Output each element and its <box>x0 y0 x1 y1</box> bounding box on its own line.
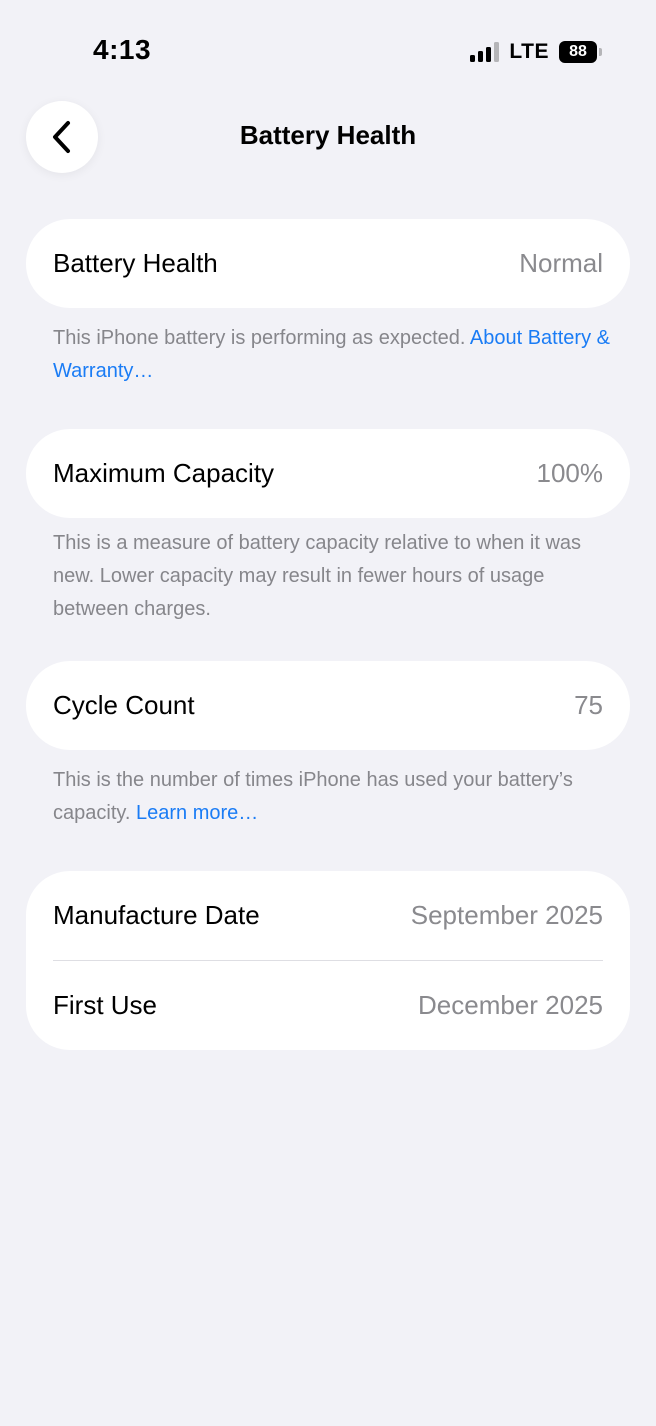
battery-health-screen: 4:13 LTE 88 Battery Health Battery Healt… <box>0 0 656 1426</box>
manufacture-date-value: September 2025 <box>410 900 603 930</box>
maximum-capacity-row: Maximum Capacity 100% <box>26 429 630 518</box>
battery-health-card: Battery Health Normal <box>26 219 630 308</box>
battery-level: 88 <box>569 43 587 60</box>
cycle-count-label: Cycle Count <box>53 690 195 720</box>
battery-health-footnote: This iPhone battery is performing as exp… <box>53 322 613 388</box>
status-time: 4:13 <box>93 34 152 65</box>
status-indicators: LTE 88 <box>470 40 602 64</box>
dates-card: Manufacture Date September 2025 First Us… <box>26 871 630 1050</box>
cycle-count-row: Cycle Count 75 <box>26 661 630 750</box>
page-title: Battery Health <box>239 120 417 150</box>
battery-health-value: Normal <box>519 248 603 278</box>
maximum-capacity-value: 100% <box>536 458 604 488</box>
first-use-row: First Use December 2025 <box>26 961 630 1050</box>
battery-icon: 88 <box>559 41 597 63</box>
cycle-count-card: Cycle Count 75 <box>26 661 630 750</box>
maximum-capacity-card: Maximum Capacity 100% <box>26 429 630 518</box>
manufacture-date-row: Manufacture Date September 2025 <box>26 871 630 960</box>
maximum-capacity-footnote: This is a measure of battery capacity re… <box>53 532 582 620</box>
battery-health-row: Battery Health Normal <box>26 219 630 308</box>
manufacture-date-label: Manufacture Date <box>53 900 260 930</box>
battery-health-footnote-text: This iPhone battery is performing as exp… <box>53 327 470 349</box>
first-use-value: December 2025 <box>418 990 603 1020</box>
cellular-signal-icon <box>470 42 500 62</box>
first-use-label: First Use <box>53 990 157 1020</box>
learn-more-link[interactable]: Learn more… <box>136 802 258 824</box>
cycle-count-value: 75 <box>574 690 603 720</box>
cycle-count-footnote-text: This is the number of times iPhone has u… <box>53 769 573 824</box>
maximum-capacity-label: Maximum Capacity <box>53 458 275 488</box>
network-type: LTE <box>509 40 549 63</box>
cycle-count-footnote: This is the number of times iPhone has u… <box>53 764 613 830</box>
battery-health-label: Battery Health <box>53 248 218 278</box>
battery-tip <box>599 48 602 56</box>
